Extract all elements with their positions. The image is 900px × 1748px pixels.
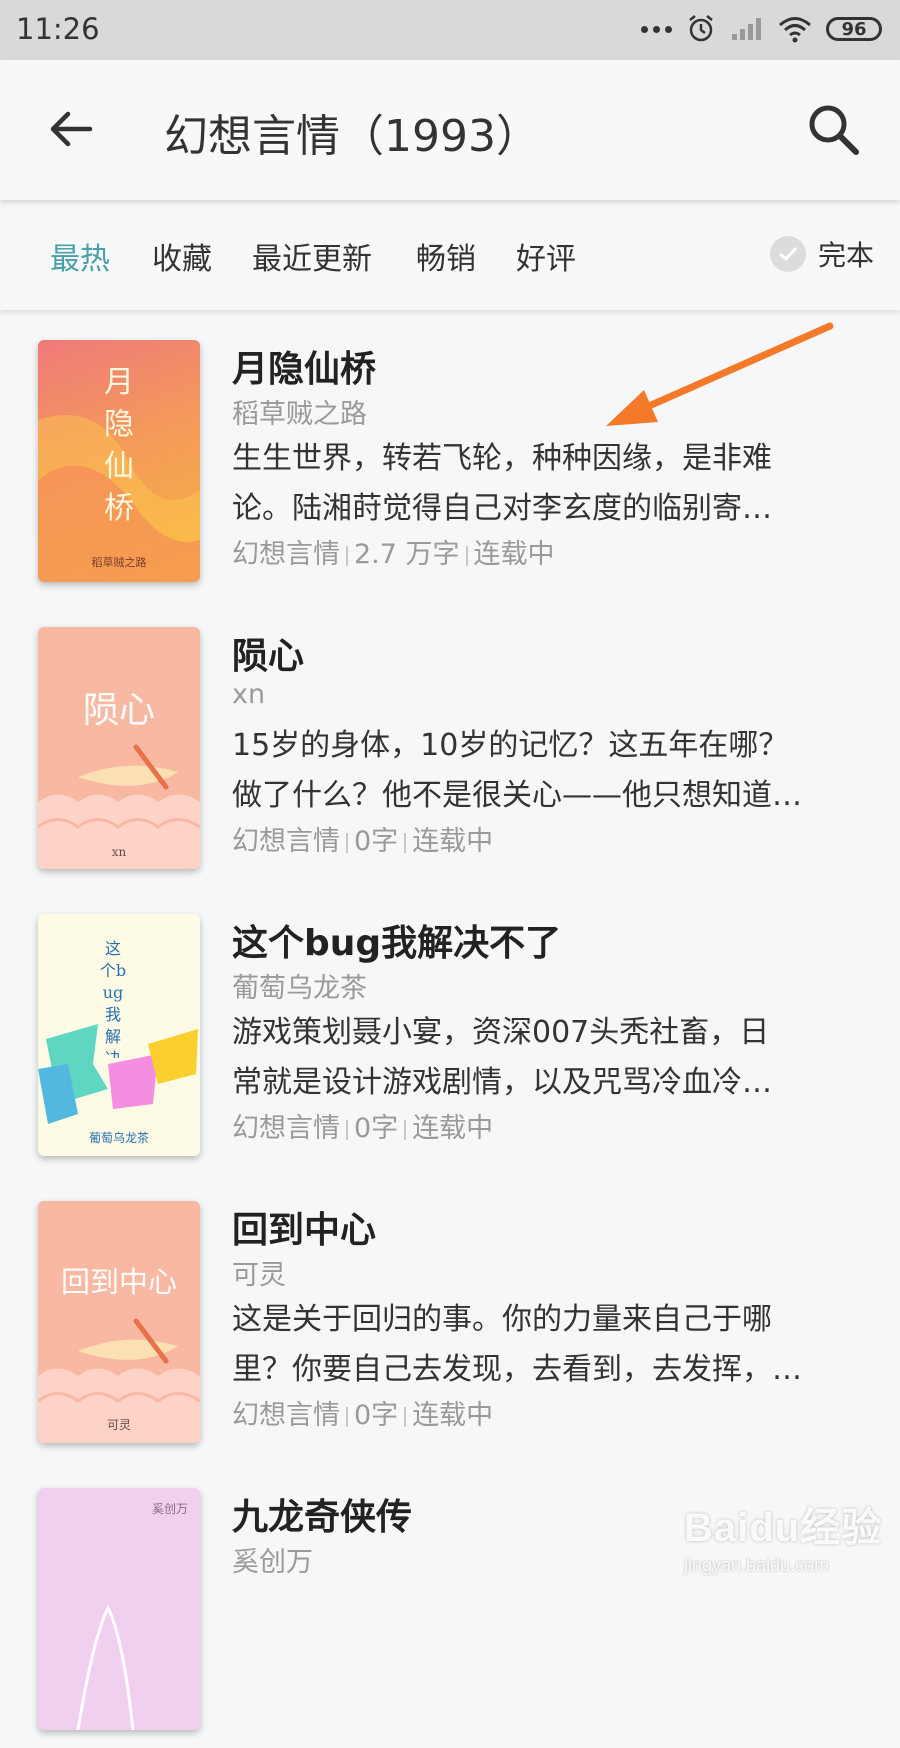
book-status: 连载中 xyxy=(412,1113,494,1144)
desc-line: 里？你要自己去发现，去看到，去发挥，… xyxy=(232,1352,802,1387)
cover-author: 可灵 xyxy=(106,1418,131,1432)
book-word-count: 0字 xyxy=(354,1400,399,1431)
page-title: 幻想言情（1993） xyxy=(164,111,540,162)
book-cover: 月隐仙桥 稻草贼之路 xyxy=(38,340,200,582)
book-word-count: 2.7 万字 xyxy=(354,539,460,570)
desc-line: 做了什么？他不是很关心——他只想知道… xyxy=(232,778,802,813)
cover-author: xn xyxy=(111,845,127,859)
desc-line: 游戏策划聂小宴，资深007头秃社畜，日 xyxy=(232,1015,770,1050)
book-meta: 幻想言情 0字 连载中 xyxy=(232,1393,493,1432)
more-dots-icon xyxy=(641,25,672,33)
book-title: 陨心 xyxy=(232,636,305,677)
status-icons: 96 xyxy=(641,14,882,44)
book-status: 连载中 xyxy=(412,826,494,857)
book-cover: 这个bug我解决不了 葡萄乌龙茶 xyxy=(38,914,200,1156)
book-category: 幻想言情 xyxy=(232,826,340,857)
book-author: 葡萄乌龙茶 xyxy=(232,973,367,1004)
cover-author: 奚创万 xyxy=(151,1502,188,1516)
book-author: xn xyxy=(232,679,266,710)
watermark: Baidu经验 jingyan.baidu.com xyxy=(684,1495,884,1595)
app-bar: 幻想言情（1993） xyxy=(0,60,900,200)
book-word-count: 0字 xyxy=(354,1113,399,1144)
watermark-url: jingyan.baidu.com xyxy=(684,1555,830,1575)
book-description: 15岁的身体，10岁的记忆？这五年在哪？ 做了什么？他不是很关心——他只想知道… xyxy=(232,721,862,821)
book-author: 稻草贼之路 xyxy=(232,399,367,430)
desc-line: 生生世界，转若飞轮，种种因缘，是非难 xyxy=(232,441,772,476)
book-status: 连载中 xyxy=(412,1400,494,1431)
cover-author: 稻草贼之路 xyxy=(91,556,147,569)
book-title: 回到中心 xyxy=(232,1210,377,1251)
book-meta: 幻想言情 0字 连载中 xyxy=(232,819,493,858)
signal-icon xyxy=(732,18,761,40)
book-item[interactable]: 这个bug我解决不了 葡萄乌龙茶 这个bug我解决不了 葡萄乌龙茶 游戏策划聂小… xyxy=(0,884,900,1174)
book-author: 可灵 xyxy=(232,1260,286,1291)
book-cover: 陨心 xn xyxy=(38,627,200,869)
book-description: 这是关于回归的事。你的力量来自己于哪 里？你要自己去发现，去看到，去发挥，… xyxy=(232,1295,862,1395)
book-item[interactable]: 陨心 xn 陨心 xn 15岁的身体，10岁的记忆？这五年在哪？ 做了什么？他不… xyxy=(0,597,900,887)
book-status: 连载中 xyxy=(473,539,555,570)
tab-top-rated[interactable]: 好评 xyxy=(516,234,576,278)
tab-recently-updated[interactable]: 最近更新 xyxy=(252,234,372,278)
completed-label: 完本 xyxy=(817,239,874,272)
cover-title: 这个bug我解决不了 xyxy=(99,939,127,1058)
desc-line: 论。陆湘莳觉得自己对李玄度的临别寄… xyxy=(232,491,772,526)
annotation-arrow-icon xyxy=(606,322,834,426)
wifi-icon xyxy=(779,17,811,43)
book-meta: 幻想言情 2.7 万字 连载中 xyxy=(232,532,555,571)
book-title: 这个bug我解决不了 xyxy=(232,923,562,964)
battery-indicator: 96 xyxy=(826,17,882,41)
cover-title: 陨心 xyxy=(82,690,155,731)
filter-bar: 最热 收藏 最近更新 畅销 好评 完本 xyxy=(0,200,900,310)
book-category: 幻想言情 xyxy=(232,1400,340,1431)
status-time: 11:26 xyxy=(16,12,100,46)
book-cover: 奚创万 xyxy=(38,1488,200,1730)
book-author: 奚创万 xyxy=(232,1547,313,1578)
status-bar: 11:26 96 xyxy=(0,0,900,60)
book-title: 九龙奇侠传 xyxy=(232,1497,413,1538)
book-description: 游戏策划聂小宴，资深007头秃社畜，日 常就是设计游戏剧情，以及咒骂冷血冷… xyxy=(232,1008,862,1108)
book-category: 幻想言情 xyxy=(232,539,340,570)
book-category: 幻想言情 xyxy=(232,1113,340,1144)
tab-hottest[interactable]: 最热 xyxy=(50,234,110,278)
watermark-brand: Baidu经验 xyxy=(684,1506,883,1550)
book-title: 月隐仙桥 xyxy=(232,349,377,390)
cover-author: 葡萄乌龙茶 xyxy=(88,1131,149,1145)
desc-line: 15岁的身体，10岁的记忆？这五年在哪？ xyxy=(232,728,789,763)
desc-line: 常就是设计游戏剧情，以及咒骂冷血冷… xyxy=(232,1065,772,1100)
book-word-count: 0字 xyxy=(354,826,399,857)
alarm-icon xyxy=(689,15,713,42)
check-icon xyxy=(769,236,806,272)
desc-line: 这是关于回归的事。你的力量来自己于哪 xyxy=(232,1302,772,1337)
book-cover: 回到中心 可灵 xyxy=(38,1201,200,1443)
back-arrow-icon[interactable] xyxy=(46,104,96,154)
cover-title: 月隐仙桥 xyxy=(104,365,134,526)
book-description: 生生世界，转若飞轮，种种因缘，是非难 论。陆湘莳觉得自己对李玄度的临别寄… xyxy=(232,434,862,534)
cover-title: 回到中心 xyxy=(60,1265,177,1299)
book-meta: 幻想言情 0字 连载中 xyxy=(232,1106,493,1145)
book-item[interactable]: 回到中心 可灵 回到中心 可灵 这是关于回归的事。你的力量来自己于哪 里？你要自… xyxy=(0,1171,900,1461)
completed-filter-toggle[interactable]: 完本 xyxy=(769,234,874,274)
search-icon[interactable] xyxy=(804,100,862,158)
tab-favorites[interactable]: 收藏 xyxy=(152,234,212,278)
tab-bestselling[interactable]: 畅销 xyxy=(416,234,476,278)
